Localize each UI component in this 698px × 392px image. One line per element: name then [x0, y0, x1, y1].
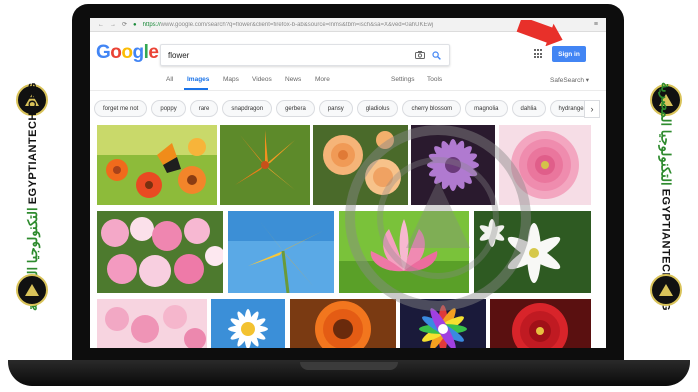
logo-letter: o: [121, 42, 133, 63]
tab-all[interactable]: All: [166, 76, 173, 83]
menu-icon[interactable]: ≡: [594, 21, 598, 28]
chip-rare[interactable]: rare: [189, 100, 219, 117]
brand-arabic: التكنولوجيا المصرية: [658, 81, 674, 186]
brand-emblem-icon: [16, 274, 48, 306]
tab-videos[interactable]: Videos: [252, 76, 272, 83]
apps-icon[interactable]: [534, 49, 544, 59]
tab-settings[interactable]: Settings: [391, 76, 415, 83]
browser-screen: ← → ⟳ ● https://www.google.com/search?q=…: [90, 18, 606, 348]
search-tabs: All Images Maps Videos News More Setting…: [90, 74, 606, 90]
chip-forget-me-not[interactable]: forget me not: [94, 100, 148, 117]
reload-icon[interactable]: ⟳: [122, 21, 127, 28]
logo-letter: g: [132, 42, 145, 63]
image-result-pink-lotus[interactable]: [339, 211, 469, 293]
laptop-notch: [300, 362, 398, 370]
chip-gerbera[interactable]: gerbera: [276, 100, 315, 117]
side-branding-right: التكنولوجيا المصرية EGYPTIANTECH.ORG: [640, 82, 692, 311]
chevron-right-icon[interactable]: ›: [584, 100, 600, 118]
image-result-purple-daisy[interactable]: [411, 125, 495, 205]
image-result-peach-roses[interactable]: [313, 125, 408, 205]
chip-dahlia[interactable]: dahlia: [511, 100, 546, 117]
chip-gladiolus[interactable]: gladiolus: [356, 100, 399, 117]
side-branding-left: التكنولوجيا المصرية EGYPTIANTECH.ORG: [6, 82, 58, 311]
tab-tools[interactable]: Tools: [427, 76, 442, 83]
image-result-orange-flowers-butterfly[interactable]: [97, 125, 217, 205]
tab-maps[interactable]: Maps: [223, 76, 239, 83]
image-result-white-clematis[interactable]: [474, 211, 591, 293]
image-result-orange-lily[interactable]: [220, 125, 310, 205]
logo-letter: G: [96, 42, 111, 63]
camera-icon[interactable]: [413, 48, 427, 62]
brand-emblem-icon: [650, 274, 682, 306]
back-icon[interactable]: ←: [98, 22, 104, 28]
brand-text: التكنولوجيا المصرية EGYPTIANTECH.ORG: [640, 82, 692, 311]
chip-poppy[interactable]: poppy: [151, 100, 186, 117]
safesearch-toggle[interactable]: SafeSearch ▾: [550, 76, 589, 84]
logo-letter: o: [110, 42, 122, 63]
image-result-red-dahlia[interactable]: [490, 299, 591, 348]
url-prefix: https://: [142, 21, 161, 28]
search-query-text: flower: [168, 50, 190, 60]
chip-magnolia[interactable]: magnolia: [465, 100, 508, 117]
logo-letter: e: [148, 42, 159, 63]
forward-icon[interactable]: →: [110, 22, 116, 28]
image-result-white-daisies[interactable]: [211, 299, 285, 348]
page-stage: ← → ⟳ ● https://www.google.com/search?q=…: [0, 0, 698, 392]
tab-more[interactable]: More: [315, 76, 330, 83]
sign-in-button[interactable]: Sign in: [552, 46, 586, 62]
search-icon[interactable]: [427, 48, 445, 62]
tab-images[interactable]: Images: [187, 76, 209, 83]
tabs-divider: [90, 90, 606, 91]
image-result-cherry-blossom[interactable]: [97, 299, 207, 348]
image-result-yellow-flower-blue-sky[interactable]: [228, 211, 334, 293]
image-result-rainbow-flower[interactable]: [400, 299, 486, 348]
chip-pansy[interactable]: pansy: [318, 100, 353, 117]
image-result-pink-roses-bouquet[interactable]: [97, 211, 223, 293]
chip-snapdragon[interactable]: snapdragon: [222, 100, 273, 117]
brand-text: التكنولوجيا المصرية EGYPTIANTECH.ORG: [6, 82, 58, 311]
chip-cherry-blossom[interactable]: cherry blossom: [402, 100, 462, 117]
lock-icon: ●: [133, 21, 137, 28]
tab-news[interactable]: News: [285, 76, 301, 83]
related-chips: forget me not poppy rare snapdragon gerb…: [94, 100, 596, 118]
google-logo[interactable]: Google: [96, 42, 159, 64]
url-path: www.google.com/search?q=flower&client=fi…: [160, 21, 434, 28]
image-result-pink-dahlia[interactable]: [499, 125, 591, 205]
red-arrow-annotation: [516, 20, 563, 46]
brand-latin: EGYPTIANTECH.ORG: [26, 81, 39, 204]
search-input[interactable]: flower: [160, 44, 450, 66]
image-result-orange-gerbera[interactable]: [290, 299, 396, 348]
